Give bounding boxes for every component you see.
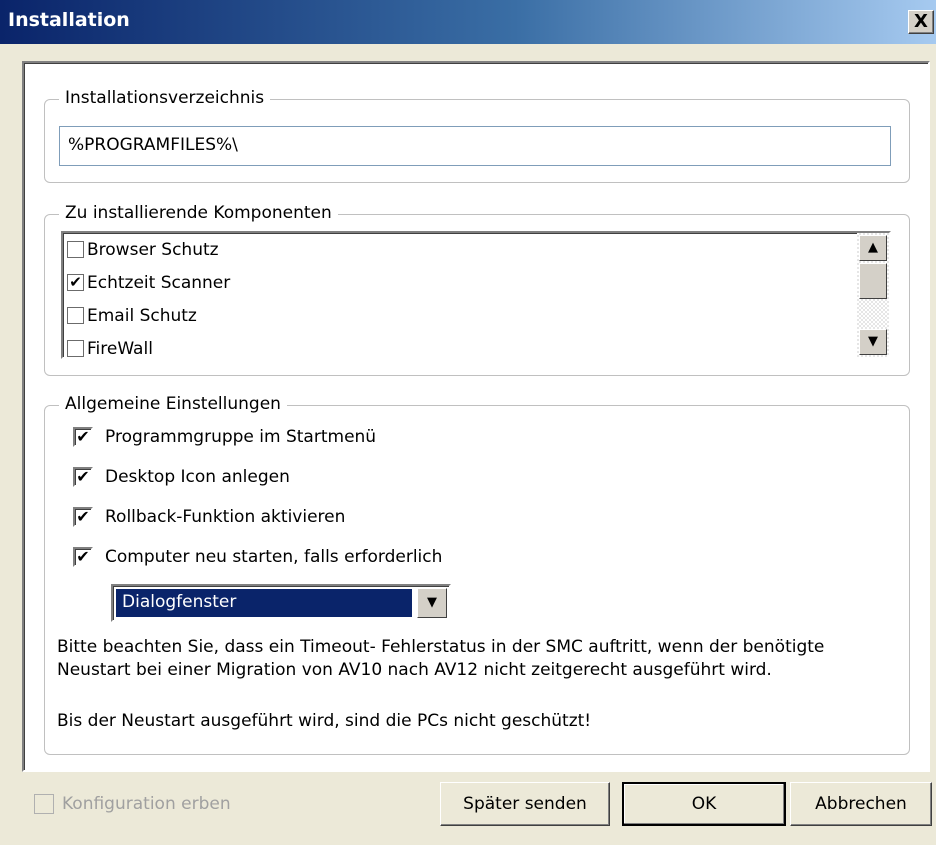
list-item[interactable]: ✔ Echtzeit Scanner [63, 266, 889, 299]
inherit-config-checkbox [34, 794, 54, 814]
ok-button[interactable]: OK [622, 782, 786, 826]
restart-checkbox[interactable]: ✔ [73, 547, 93, 567]
dialog-client-area: Installationsverzeichnis %PROGRAMFILES%\… [22, 61, 930, 772]
option-label: Desktop Icon anlegen [105, 467, 290, 487]
general-settings-group: Allgemeine Einstellungen ✔ Programmgrupp… [44, 394, 910, 755]
chevron-down-icon: ▼ [427, 595, 437, 610]
component-label: FireWall [87, 338, 153, 359]
restart-mode-select[interactable]: Dialogfenster ▼ [111, 584, 451, 622]
timeout-note: Bitte beachten Sie, dass ein Timeout- Fe… [57, 637, 825, 680]
close-icon: X [914, 11, 928, 32]
component-checkbox[interactable]: ✔ [67, 274, 84, 291]
component-checkbox[interactable] [67, 241, 84, 258]
arrow-up-icon: ▲ [868, 240, 878, 255]
unprotected-warning: Bis der Neustart ausgeführt wird, sind d… [57, 711, 592, 731]
rollback-checkbox[interactable]: ✔ [73, 507, 93, 527]
option-label: Rollback-Funktion aktivieren [105, 507, 346, 527]
components-listbox[interactable]: Browser Schutz ✔ Echtzeit Scanner Email … [61, 231, 891, 359]
inherit-config-label: Konfiguration erben [62, 794, 231, 814]
component-checkbox[interactable] [67, 340, 84, 357]
list-item[interactable]: FireWall [63, 332, 889, 359]
restart-mode-value: Dialogfenster [116, 589, 412, 617]
scroll-thumb[interactable] [859, 263, 887, 299]
component-label: Echtzeit Scanner [87, 272, 231, 293]
option-label: Computer neu starten, falls erforderlich [105, 547, 443, 567]
install-dir-group: Installationsverzeichnis %PROGRAMFILES%\ [44, 88, 910, 183]
title-bar: Installation X [0, 0, 936, 44]
cancel-button[interactable]: Abbrechen [790, 782, 932, 826]
option-desktop-icon[interactable]: ✔ Desktop Icon anlegen [73, 464, 290, 490]
window-title: Installation [8, 9, 130, 31]
scroll-up-button[interactable]: ▲ [859, 235, 887, 261]
option-start-menu-group[interactable]: ✔ Programmgruppe im Startmenü [73, 424, 376, 450]
components-legend: Zu installierende Komponenten [59, 203, 338, 223]
scroll-down-button[interactable]: ▼ [859, 329, 887, 355]
component-label: Email Schutz [87, 305, 197, 326]
restart-mode-dropdown-button[interactable]: ▼ [417, 588, 447, 618]
list-item[interactable]: Email Schutz [63, 299, 889, 332]
arrow-down-icon: ▼ [868, 334, 878, 349]
list-item[interactable]: Browser Schutz [63, 233, 889, 266]
option-rollback[interactable]: ✔ Rollback-Funktion aktivieren [73, 504, 345, 530]
component-label: Browser Schutz [87, 239, 219, 260]
option-label: Programmgruppe im Startmenü [105, 427, 377, 447]
start-menu-group-checkbox[interactable]: ✔ [73, 427, 93, 447]
option-restart[interactable]: ✔ Computer neu starten, falls erforderli… [73, 544, 442, 570]
inherit-config-checkbox-row: Konfiguration erben [34, 794, 231, 814]
component-checkbox[interactable] [67, 307, 84, 324]
desktop-icon-checkbox[interactable]: ✔ [73, 467, 93, 487]
install-dir-legend: Installationsverzeichnis [59, 88, 271, 108]
components-group: Zu installierende Komponenten Browser Sc… [44, 203, 910, 376]
send-later-button[interactable]: Später senden [440, 782, 610, 826]
install-dir-input[interactable]: %PROGRAMFILES%\ [59, 126, 891, 166]
general-settings-legend: Allgemeine Einstellungen [59, 394, 287, 414]
components-scrollbar[interactable]: ▲ ▼ [857, 233, 889, 357]
close-button[interactable]: X [908, 10, 934, 34]
